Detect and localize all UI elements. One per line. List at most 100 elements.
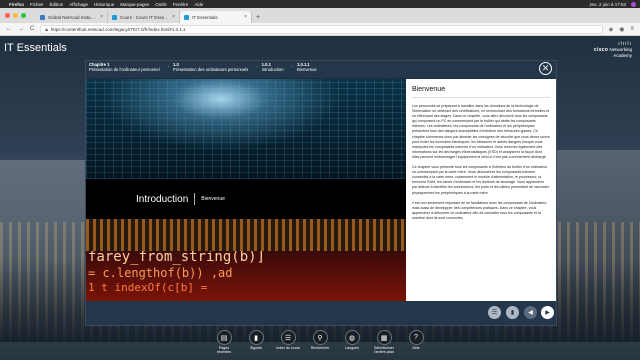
- tool-label: Signets: [250, 346, 262, 350]
- bookmark-button[interactable]: ▮: [506, 306, 519, 319]
- logo-line2: Academy: [613, 53, 632, 58]
- image-icon: ▦: [376, 330, 392, 345]
- tool-label: Aide: [412, 346, 420, 350]
- code-line: 1 t indexOf(c[b] =: [88, 281, 208, 294]
- background-select-button[interactable]: ▦ Sélectionner l'arrière-plan: [372, 330, 396, 360]
- circuit-board-graphic: [86, 79, 406, 179]
- fullscreen-window-icon[interactable]: [21, 13, 26, 18]
- breadcrumb-arrow-icon: ›: [291, 64, 293, 69]
- menubar-status-area: Jeu. 2 juin à 17:53: [589, 1, 636, 7]
- tool-label: Sélectionner l'arrière-plan: [374, 346, 394, 354]
- menu-affichage[interactable]: Affichage: [69, 2, 88, 7]
- close-tab-icon[interactable]: ×: [244, 14, 247, 20]
- menu-fenetre[interactable]: Fenêtre: [173, 2, 189, 7]
- hardware-graphic: [86, 219, 406, 251]
- transcript-button[interactable]: ☰: [488, 306, 501, 319]
- content-paragraph: Ce chapitre vous présente tous les compo…: [412, 165, 550, 195]
- tool-label: Langues: [345, 346, 359, 350]
- page-content: IT Essentials ılıılı cisco Networking Ac…: [0, 36, 640, 360]
- languages-button[interactable]: ◍ Langues: [340, 330, 364, 360]
- breadcrumb-arrow-icon: ›: [167, 64, 170, 69]
- divider: [412, 97, 550, 98]
- breadcrumb-label: Présentation de l'ordinateur personnel: [89, 66, 160, 72]
- menu-icon[interactable]: ≡: [630, 26, 634, 33]
- forward-icon[interactable]: →: [18, 26, 24, 32]
- next-page-button[interactable]: ▶: [541, 306, 554, 319]
- intro-separator: [194, 193, 196, 205]
- tab-it-essentials[interactable]: IT Essentials ×: [180, 11, 252, 23]
- intro-banner: Introduction Bienvenue: [86, 179, 406, 219]
- globe-icon: ◍: [344, 330, 360, 345]
- browser-navbar: ← → C 🔒︎ https://contenthub.netacad.com/…: [0, 23, 640, 36]
- close-window-icon[interactable]: [5, 13, 10, 18]
- code-graphic: farey_from_string(b)] = c.lengthof(b)) ,…: [86, 251, 406, 301]
- close-tab-icon[interactable]: ×: [100, 14, 103, 20]
- breadcrumb-label: Bienvenue: [296, 66, 317, 72]
- menu-aide[interactable]: Aide: [194, 2, 203, 7]
- module-footer: ☰ ▮ ◀ ▶: [86, 301, 556, 325]
- netacad-favicon-icon: [112, 14, 117, 20]
- netacad-favicon-icon: [40, 14, 45, 20]
- intro-subtitle: Bienvenue: [201, 196, 225, 202]
- tab-global-netacad[interactable]: Global NetAcad Instance | Mo... ×: [36, 11, 108, 23]
- bookmark-icon: ▮: [248, 330, 264, 345]
- code-line: farey_from_string(b)]: [88, 251, 266, 265]
- back-icon[interactable]: ←: [6, 26, 12, 32]
- content-title: Bienvenue: [412, 86, 446, 93]
- recent-pages-button[interactable]: ▤ Pages récentes: [212, 330, 236, 360]
- new-tab-button[interactable]: +: [256, 14, 260, 21]
- breadcrumb-section[interactable]: 1.0 Présentation des ordinateurs personn…: [173, 62, 254, 73]
- hero-image: Introduction Bienvenue farey_from_string…: [86, 79, 406, 301]
- search-button[interactable]: ⚲ Rechercher: [308, 330, 332, 360]
- tool-label: Pages récentes: [217, 346, 231, 354]
- logo-line1: Networking: [609, 47, 632, 52]
- tab-label: Cours : Cours IT Essentials (ver...: [120, 14, 169, 20]
- account-icon[interactable]: ◉: [619, 26, 624, 33]
- menu-fichier[interactable]: Fichier: [30, 2, 44, 7]
- menu-edition[interactable]: Édition: [50, 2, 64, 7]
- cisco-brand: cisco: [593, 47, 609, 53]
- menu-historique[interactable]: Historique: [94, 2, 114, 7]
- recent-pages-icon: ▤: [216, 330, 232, 345]
- content-text-panel[interactable]: Bienvenue Les personnes se préparant à t…: [406, 79, 556, 301]
- url-bar[interactable]: 🔒︎ https://contenthub.netacad.com/legacy…: [40, 24, 603, 34]
- nav-buttons: ← → C: [6, 26, 34, 32]
- bookmarks-button[interactable]: ▮ Signets: [244, 330, 268, 360]
- search-icon: ⚲: [312, 330, 328, 345]
- course-title: IT Essentials: [4, 42, 67, 54]
- siri-icon[interactable]: [631, 1, 636, 7]
- tab-cours-it-essentials[interactable]: Cours : Cours IT Essentials (ver... ×: [108, 11, 180, 23]
- intro-title: Introduction: [136, 193, 189, 205]
- menu-outils[interactable]: Outils: [155, 2, 167, 7]
- breadcrumb-label: Présentation des ordinateurs personnels: [173, 66, 249, 72]
- breadcrumb-label: Introduction: [261, 66, 284, 72]
- toolbar-icons: ◈ ◉ ≡: [609, 26, 634, 33]
- clock: Jeu. 2 juin à 17:53: [589, 1, 626, 7]
- close-module-button[interactable]: ✕: [539, 62, 552, 75]
- breadcrumb-page: 1.0.1.1 Bienvenue: [296, 62, 323, 73]
- course-index-button[interactable]: ☰ Index du cours: [276, 330, 300, 360]
- code-line: = c.lengthof(b)) ,ad: [88, 266, 233, 280]
- menu-marque-pages[interactable]: Marque-pages: [120, 2, 149, 7]
- breadcrumb-topic[interactable]: 1.0.1 Introduction: [261, 62, 290, 73]
- lock-icon: 🔒︎: [45, 26, 48, 32]
- breadcrumb-arrow-icon: ›: [256, 64, 258, 69]
- browser-tabbar: Global NetAcad Instance | Mo... × Cours …: [0, 8, 640, 23]
- cisco-networking-academy-logo: ılıılı cisco Networking Academy: [593, 42, 632, 59]
- help-button[interactable]: ? Aide: [404, 330, 428, 360]
- content-paragraph: Il est non seulement important de se fam…: [412, 200, 548, 220]
- menu-firefox[interactable]: Firefox: [9, 2, 24, 7]
- shield-icon[interactable]: ◈: [609, 26, 614, 33]
- breadcrumb-chapter[interactable]: Chapitre 1 Présentation de l'ordinateur …: [89, 62, 166, 73]
- tab-label: Global NetAcad Instance | Mo...: [48, 14, 98, 20]
- module-window: Chapitre 1 Présentation de l'ordinateur …: [85, 60, 557, 326]
- macos-menubar: Firefox Fichier Édition Affichage Histor…: [0, 0, 640, 8]
- previous-page-button[interactable]: ◀: [524, 306, 537, 319]
- list-icon: ☰: [280, 330, 296, 345]
- close-tab-icon[interactable]: ×: [172, 14, 175, 20]
- course-toolbar: ▤ Pages récentes ▮ Signets ☰ Index du co…: [0, 330, 640, 360]
- minimize-window-icon[interactable]: [13, 13, 18, 18]
- help-icon: ?: [408, 330, 424, 345]
- netacad-favicon-icon: [184, 14, 189, 20]
- reload-icon[interactable]: C: [30, 26, 34, 32]
